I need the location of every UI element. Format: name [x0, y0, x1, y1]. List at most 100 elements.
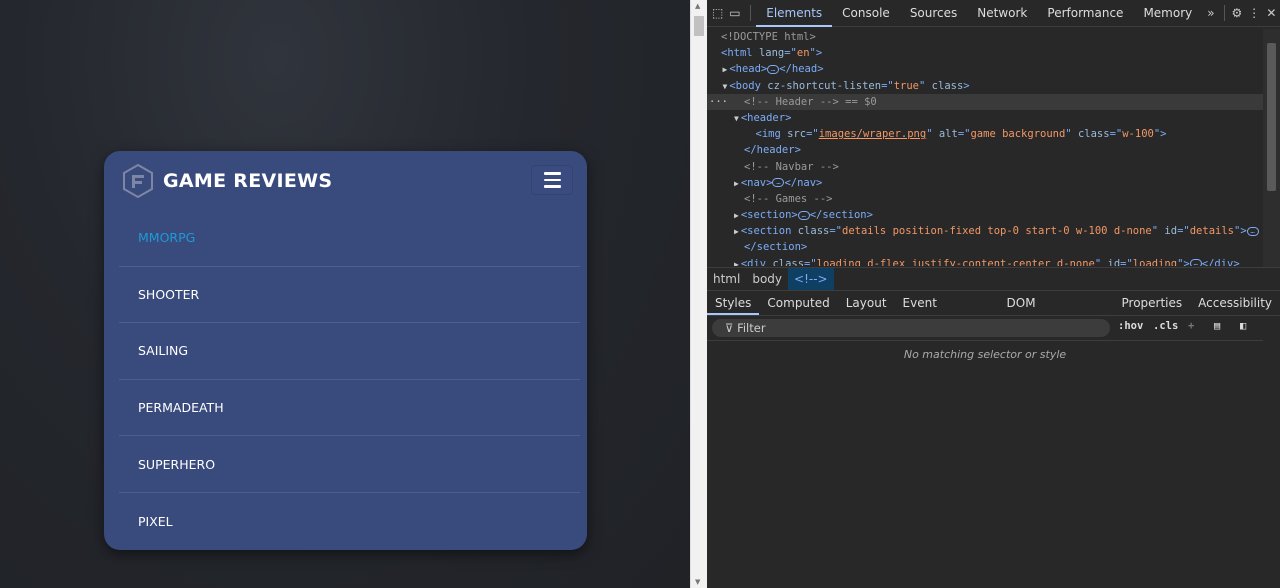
dom-token: =" [1120, 257, 1133, 266]
dom-token: <header> [740, 111, 792, 124]
tab-memory[interactable]: Memory [1133, 0, 1202, 27]
ellipsis-expand-icon[interactable]: … [767, 64, 780, 74]
brand[interactable]: GAME REVIEWS [121, 163, 332, 199]
close-icon[interactable]: ✕ [1263, 6, 1280, 20]
dom-token: images/wraper.png [818, 128, 927, 141]
more-tabs-icon[interactable]: » [1202, 6, 1219, 20]
dom-token: class [797, 225, 830, 238]
inspect-element-icon[interactable]: ⬚ [709, 6, 726, 20]
toggle-sidebar-icon[interactable]: ◧ [1240, 320, 1246, 332]
settings-gear-icon[interactable]: ⚙ [1228, 6, 1245, 20]
dom-node-line[interactable]: ▶ <head>… </head> [707, 61, 1263, 77]
dom-node-line[interactable]: ▼ <body cz-shortcut-listen="true" class> [707, 78, 1263, 94]
device-toolbar-icon[interactable]: ▭ [726, 6, 743, 20]
dom-token: </div> [1201, 257, 1240, 266]
dom-token: true [893, 79, 920, 92]
dom-token: > [963, 79, 970, 92]
dom-token: game background [970, 128, 1066, 141]
dom-node-line[interactable]: ▶ <section>… </section> [707, 207, 1263, 223]
tab-sources[interactable]: Sources [900, 0, 967, 27]
filter-icon: ⊽ [725, 321, 738, 335]
tab-console[interactable]: Console [832, 0, 900, 27]
dom-node-line[interactable]: ▶ <section class="details position-fixed … [707, 223, 1263, 239]
dom-token: " [926, 128, 939, 141]
styles-tab-styles[interactable]: Styles [707, 291, 760, 315]
dom-token: =" [1177, 225, 1190, 238]
devtools-panel: ⬚ ▭ Elements Console Sources Network Perform… [707, 0, 1280, 588]
tab-elements[interactable]: Elements [756, 0, 833, 27]
tab-network[interactable]: Network [967, 0, 1037, 27]
dom-token: =" [829, 225, 842, 238]
expand-triangle-icon[interactable]: ▶ [734, 227, 739, 236]
ellipsis-expand-icon[interactable]: … [772, 178, 785, 188]
dom-node-line[interactable]: ▶ <div class="loading d-flex justify-cont… [707, 256, 1263, 266]
expand-triangle-icon[interactable]: ▼ [723, 82, 728, 91]
nav-list: MMORPG SHOOTER SAILING PERMADEATH SUPERHERO P… [119, 210, 580, 550]
nav-item-permadeath[interactable]: PERMADEATH [119, 380, 580, 437]
dom-node-line[interactable]: </header> [707, 142, 1263, 158]
tab-performance[interactable]: Performance [1037, 0, 1133, 27]
more-options-icon[interactable]: ⋮ [1245, 6, 1262, 20]
dom-token: "> [1153, 128, 1167, 141]
ellipsis-expand-icon[interactable]: … [1246, 226, 1259, 236]
dom-node-line[interactable]: <!-- Games --> [707, 191, 1263, 207]
expand-triangle-icon[interactable]: ▼ [734, 114, 739, 123]
dom-token: =" [957, 128, 971, 141]
dom-token: <!DOCTYPE html> [721, 31, 816, 43]
nav-item-pixel[interactable]: PIXEL [119, 493, 580, 550]
dom-token: </section> [809, 209, 873, 222]
dom-token: <!-- Navbar --> [744, 160, 839, 173]
dom-token: <img [755, 128, 788, 141]
devtools-tabbar: ⬚ ▭ Elements Console Sources Network Perform… [707, 0, 1280, 27]
dom-token: </header> [744, 144, 801, 157]
ellipsis-expand-icon[interactable]: … [797, 210, 810, 220]
breadcrumb-item[interactable]: html [707, 268, 746, 290]
nav-item-superhero[interactable]: SUPERHERO [119, 436, 580, 493]
dom-node-line[interactable]: ··· <!-- Header --> == $0 [707, 93, 1263, 110]
styles-tab-accessibility[interactable]: Accessibility [1190, 291, 1280, 315]
styles-tab-layout[interactable]: Layout [838, 291, 895, 315]
no-match-message: No matching selector or style [903, 348, 1067, 361]
dom-token: <div [740, 257, 773, 266]
dom-node-line[interactable]: </section> [707, 239, 1263, 255]
dom-tree-scrollbar[interactable] [1263, 29, 1280, 267]
styles-tab-event-listeners[interactable]: Event Listeners [895, 291, 999, 335]
styles-tab-computed[interactable]: Computed [759, 291, 837, 315]
dom-node-line[interactable]: <html lang="en"> [707, 45, 1263, 61]
new-style-rule-icon[interactable]: + [1188, 320, 1194, 332]
cls-button[interactable]: .cls [1153, 320, 1178, 332]
hov-button[interactable]: :hov [1118, 320, 1143, 332]
styles-tab-dom-breakpoints[interactable]: DOM Breakpoints [999, 291, 1114, 335]
styles-tab-properties[interactable]: Properties [1114, 291, 1191, 315]
dom-node-line[interactable]: ▼ <header> [707, 110, 1263, 126]
dom-token: w-100 [1122, 128, 1154, 141]
dom-token: "> [1234, 225, 1247, 238]
paint-bucket-icon[interactable]: ▤ [1214, 320, 1220, 332]
dom-node-line[interactable]: <!-- Navbar --> [707, 159, 1263, 175]
dom-node-line[interactable]: <img src="images/wraper.png" alt="game b… [707, 126, 1263, 142]
styles-tabbar: StylesComputedLayoutEvent ListenersDOM B… [707, 290, 1280, 335]
dom-token: =" [1109, 128, 1123, 141]
dom-node-line[interactable]: ▶ <nav>… </nav> [707, 175, 1263, 191]
dom-token: " [919, 79, 932, 92]
breadcrumb-item[interactable]: body [746, 268, 788, 290]
ellipsis-expand-icon[interactable]: … [1189, 259, 1202, 266]
dom-token: <section> [740, 209, 798, 222]
dom-token: " [1094, 257, 1108, 266]
dom-token: src [787, 128, 807, 141]
dom-token: <!-- Header --> == $0 [744, 95, 877, 108]
expand-triangle-icon[interactable]: ▶ [734, 211, 739, 220]
nav-item-shooter[interactable]: SHOOTER [119, 267, 580, 324]
nav-item-mmorpg[interactable]: MMORPG [119, 210, 580, 267]
page-viewport: GAME REVIEWS MMORPG SHOOTER SAILING PERMADE… [0, 0, 690, 588]
page-scrollbar[interactable]: ▲ ▼ [690, 0, 707, 588]
expand-triangle-icon[interactable]: ▶ [734, 179, 739, 188]
breadcrumb-item[interactable]: <!--> [788, 268, 834, 290]
styles-filter-input[interactable]: ⊽ Filter [712, 319, 1110, 337]
hamburger-menu-button[interactable] [531, 165, 573, 195]
dom-token: cz-shortcut-listen [767, 79, 882, 92]
expand-triangle-icon[interactable]: ▶ [723, 65, 728, 74]
nav-item-sailing[interactable]: SAILING [119, 323, 580, 380]
expand-triangle-icon[interactable]: ▶ [734, 260, 739, 266]
dom-node-line[interactable]: <!DOCTYPE html> [707, 29, 1263, 45]
